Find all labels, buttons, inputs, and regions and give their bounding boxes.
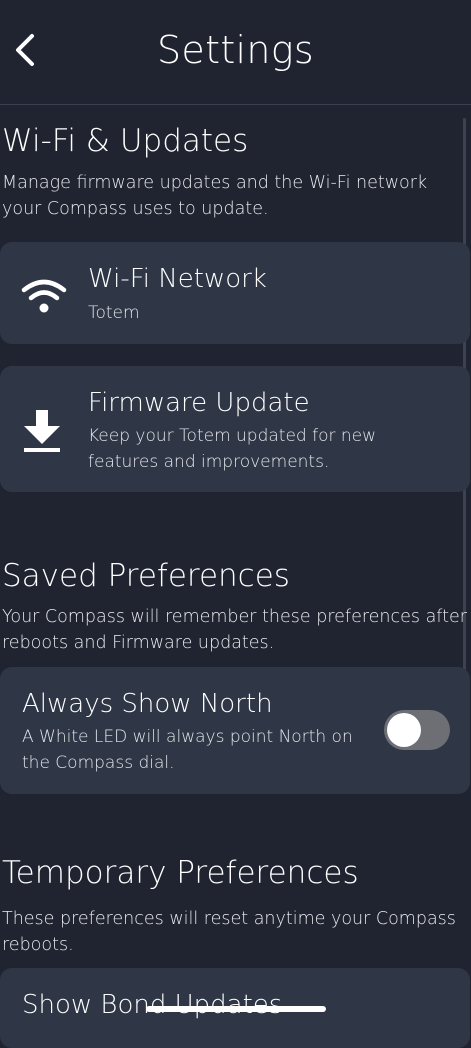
section-desc-wifi-updates: Manage firmware updates and the Wi-Fi ne…: [2, 173, 428, 219]
toggle-knob: [387, 713, 421, 747]
wifi-network-card[interactable]: Wi-Fi Network Totem: [0, 242, 470, 344]
wifi-icon: [21, 279, 67, 313]
firmware-update-card[interactable]: Firmware Update Keep your Totem updated …: [0, 366, 470, 492]
firmware-update-title: Firmware Update: [88, 388, 310, 418]
section-desc-temporary-preferences: These preferences will reset anytime you…: [2, 909, 456, 955]
always-show-north-toggle[interactable]: [384, 710, 450, 750]
section-title-wifi-updates: Wi-Fi & Updates: [2, 123, 249, 159]
show-bond-updates-title: Show Bond Updates: [22, 990, 283, 1020]
firmware-update-subtitle: Keep your Totem updated for new features…: [88, 426, 377, 472]
page-title: Settings: [157, 28, 314, 72]
section-title-temporary-preferences: Temporary Preferences: [2, 855, 359, 891]
always-show-north-card: Always Show North A White LED will alway…: [0, 667, 470, 794]
section-desc-saved-preferences: Your Compass will remember these prefere…: [2, 607, 467, 653]
always-show-north-title: Always Show North: [22, 689, 273, 719]
wifi-network-title: Wi-Fi Network: [88, 264, 267, 294]
home-indicator: [146, 1006, 326, 1012]
always-show-north-subtitle: A White LED will always point North on t…: [22, 727, 353, 773]
section-title-saved-preferences: Saved Preferences: [2, 558, 290, 594]
wifi-network-subtitle: Totem: [88, 303, 140, 323]
header: Settings: [0, 0, 471, 105]
download-icon: [24, 410, 60, 452]
